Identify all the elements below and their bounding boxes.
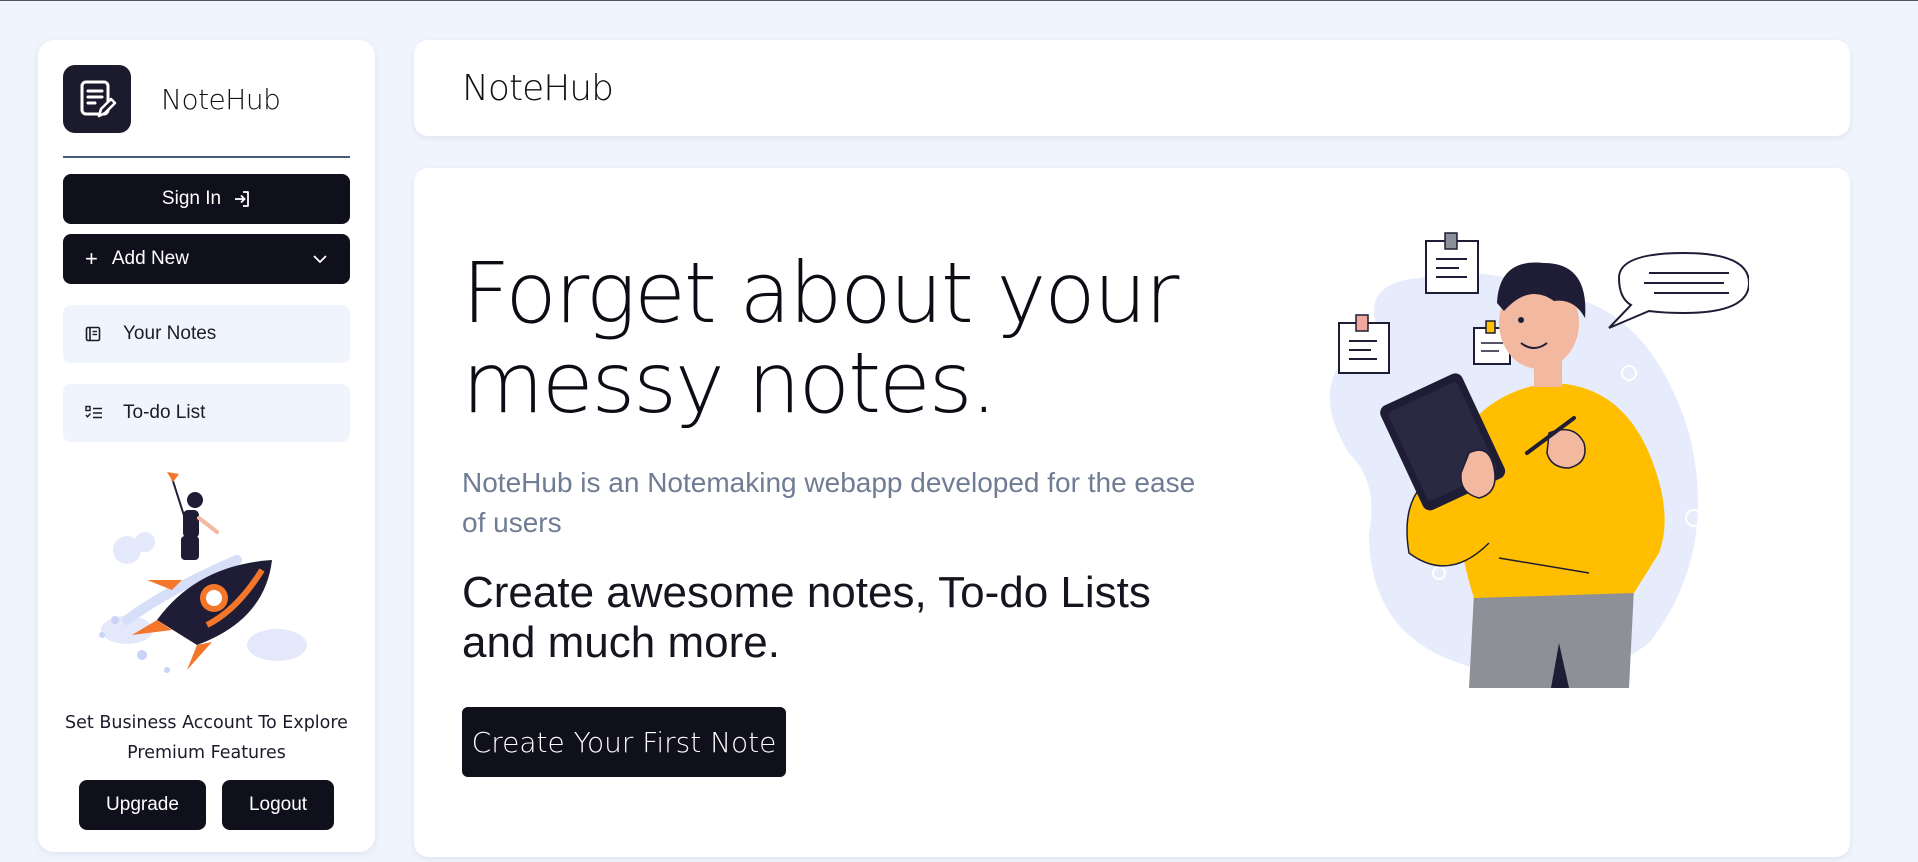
hero-tagline: Create awesome notes, To-do Lists and mu… (462, 568, 1151, 667)
hero-section: Forget about your messy notes. NoteHub i… (414, 168, 1850, 857)
hero-subtitle: NoteHub is an Notemaking webapp develope… (462, 467, 1196, 538)
rocket-illustration (98, 472, 307, 673)
notehub-logo-icon (63, 65, 131, 133)
add-new-button[interactable]: + Add New (63, 234, 350, 284)
upgrade-button[interactable]: Upgrade (79, 780, 206, 830)
brand-divider (63, 156, 350, 158)
promo-text: Set Business Account To Explore Premium … (65, 713, 348, 763)
promo-actions: Upgrade Logout (63, 780, 350, 830)
notebook-icon (85, 326, 103, 342)
person-with-tablet-illustration (1317, 232, 1749, 688)
sidebar-item-label: To-do List (123, 402, 206, 423)
create-first-note-button[interactable]: Create Your First Note (462, 707, 786, 777)
sign-in-button[interactable]: Sign In (63, 174, 350, 224)
plus-icon: + (85, 246, 98, 271)
chevron-down-icon (312, 248, 328, 270)
header-title: NoteHub (462, 67, 614, 109)
brand[interactable]: NoteHub (63, 64, 350, 134)
add-new-label: Add New (111, 248, 189, 269)
sign-in-label: Sign In (161, 188, 222, 209)
header-bar: NoteHub (414, 40, 1850, 136)
sidebar: NoteHub Sign In + Add New Your Notes To-… (38, 40, 375, 852)
sidebar-item-your-notes[interactable]: Your Notes (63, 305, 350, 363)
sign-in-arrow-icon (233, 190, 251, 208)
brand-name: NoteHub (161, 82, 281, 116)
sidebar-item-todo-list[interactable]: To-do List (63, 384, 350, 442)
logout-button[interactable]: Logout (222, 780, 334, 830)
hero-heading: Forget about your messy notes. (462, 244, 1179, 432)
sidebar-item-label: Your Notes (123, 323, 217, 344)
checklist-icon (85, 405, 103, 421)
